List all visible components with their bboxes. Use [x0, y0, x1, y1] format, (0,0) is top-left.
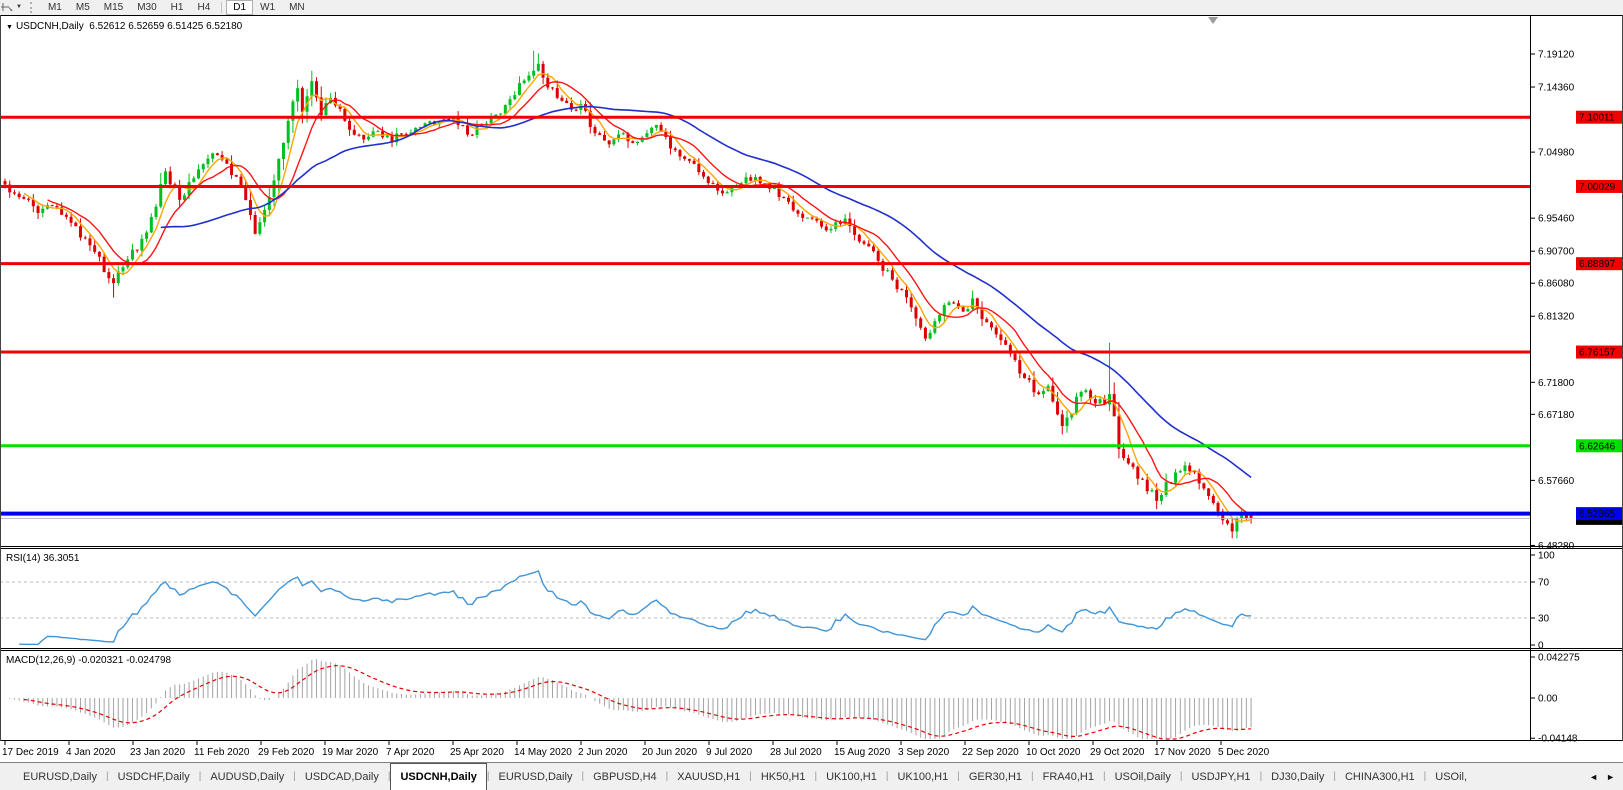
timeframe-button-w1[interactable]: W1	[253, 0, 282, 15]
timeframe-button-mn[interactable]: MN	[282, 0, 312, 15]
timeframe-button-h1[interactable]: H1	[164, 0, 191, 15]
chart-tab-usdjpy-h1[interactable]: USDJPY,H1	[1182, 763, 1259, 790]
chart-tab-ger30-h1[interactable]: GER30,H1	[960, 763, 1031, 790]
tab-scroll-left-icon[interactable]: ◄	[1589, 772, 1598, 782]
timeframe-button-m5[interactable]: M5	[69, 0, 97, 15]
level-price-label: 6.76157	[1579, 348, 1616, 359]
timeframe-button-m15[interactable]: M15	[97, 0, 130, 15]
chart-tab-hk50-h1[interactable]: HK50,H1	[752, 763, 815, 790]
tab-scroll-right-icon[interactable]: ►	[1606, 772, 1615, 782]
date-tick-label: 10 Oct 2020	[1026, 747, 1081, 758]
date-tick-label: 28 Jul 2020	[770, 747, 822, 758]
macd-tick-label: 0.00	[1538, 694, 1558, 705]
cursor-tool-button[interactable]: ▼	[0, 1, 26, 14]
date-tick-label: 11 Feb 2020	[194, 747, 250, 758]
date-tick-label: 25 Apr 2020	[450, 747, 504, 758]
price-tick-label: 7.19120	[1538, 50, 1575, 61]
date-tick-label: 15 Aug 2020	[834, 747, 891, 758]
rsi-tick-label: 100	[1538, 551, 1555, 562]
price-tick-label: 7.14360	[1538, 83, 1575, 94]
date-tick-label: 9 Jul 2020	[706, 747, 753, 758]
macd-pane[interactable]	[0, 651, 1530, 740]
toolbar: ▼ M1 M5 M15 M30 H1 H4 D1 W1 MN	[0, 0, 1623, 15]
macd-tick-label: 0.042275	[1538, 652, 1580, 663]
date-tick-label: 20 Jun 2020	[642, 747, 697, 758]
price-tick-label: 6.71800	[1538, 378, 1575, 389]
rsi-tick-label: 30	[1538, 614, 1550, 625]
price-tick-label: 6.57660	[1538, 476, 1575, 487]
date-tick-label: 4 Jan 2020	[66, 747, 116, 758]
chart-tab-usoil-daily[interactable]: USOil,Daily	[1106, 763, 1180, 790]
price-tick-label: 6.95460	[1538, 214, 1575, 225]
chart-tab-fra40-h1[interactable]: FRA40,H1	[1034, 763, 1103, 790]
date-tick-label: 7 Apr 2020	[386, 747, 435, 758]
price-tick-label: 6.86080	[1538, 279, 1575, 290]
chart-tab-usdcnh-daily[interactable]: USDCNH,Daily	[390, 763, 487, 790]
price-tick-label: 7.04980	[1538, 148, 1575, 159]
chart-tab-usdchf-daily[interactable]: USDCHF,Daily	[109, 763, 199, 790]
chart-tab-xauusd-h1[interactable]: XAUUSD,H1	[668, 763, 749, 790]
chart-tab-usdcad-daily[interactable]: USDCAD,Daily	[296, 763, 388, 790]
toolbar-grip-icon	[29, 2, 36, 13]
tab-scroll-controls: ◄ ►	[1581, 763, 1623, 790]
chart-canvas[interactable]: 7.19120 7.14360 7.04980 6.95460 6.90700 6.860…	[0, 15, 1623, 762]
date-tick-label: 23 Jan 2020	[130, 747, 185, 758]
chart-tab-eurusd-daily[interactable]: EURUSD,Daily	[14, 763, 106, 790]
date-tick-label: 2 Jun 2020	[578, 747, 628, 758]
level-price-label: 6.52865	[1579, 509, 1616, 520]
chart-tab-gbpusd-h4[interactable]: GBPUSD,H4	[584, 763, 666, 790]
timeframe-button-h4[interactable]: H4	[190, 0, 217, 15]
chart-tab-china300-h1[interactable]: CHINA300,H1	[1336, 763, 1424, 790]
timeframe-buttons: M1 M5 M15 M30 H1 H4 D1 W1 MN	[41, 0, 312, 15]
date-tick-label: 3 Sep 2020	[898, 747, 950, 758]
date-tick-label: 19 Mar 2020	[322, 747, 379, 758]
mt4-window: ▼ M1 M5 M15 M30 H1 H4 D1 W1 MN 7.19120 7.14360 7.0…	[0, 0, 1623, 790]
level-price-label: 7.10011	[1579, 113, 1615, 124]
chart-tab-dj30-daily[interactable]: DJ30,Daily	[1262, 763, 1333, 790]
price-tick-label: 6.67180	[1538, 410, 1575, 421]
date-tick-label: 17 Dec 2019	[2, 747, 59, 758]
level-price-label: 6.62646	[1579, 441, 1616, 452]
rsi-pane[interactable]	[0, 549, 1530, 648]
crosshair-cursor-icon	[1, 3, 13, 13]
price-tick-label: 6.90700	[1538, 247, 1575, 258]
chart-tab-bar: EURUSD,Daily | USDCHF,Daily | AUDUSD,Daily | U…	[0, 762, 1623, 790]
main-chart-pane[interactable]	[0, 16, 1530, 546]
chart-tab-audusd-daily[interactable]: AUDUSD,Daily	[201, 763, 293, 790]
macd-tick-label: -0.04148	[1538, 734, 1578, 745]
date-tick-label: 29 Oct 2020	[1090, 747, 1145, 758]
chart-tab-uk100-h1[interactable]: UK100,H1	[817, 763, 886, 790]
timeframe-button-m1[interactable]: M1	[41, 0, 69, 15]
dropdown-caret-icon: ▼	[16, 4, 22, 10]
chart-tab-usoil-[interactable]: USOil,	[1426, 763, 1476, 790]
date-tick-label: 14 May 2020	[514, 747, 572, 758]
price-tick-label: 6.81320	[1538, 312, 1575, 323]
date-tick-label: 29 Feb 2020	[258, 747, 315, 758]
timeframe-button-d1[interactable]: D1	[226, 0, 254, 15]
level-price-label: 6.88897	[1579, 259, 1616, 270]
date-tick-label: 17 Nov 2020	[1154, 747, 1211, 758]
rsi-tick-label: 0	[1538, 641, 1544, 652]
date-tick-label: 5 Dec 2020	[1218, 747, 1270, 758]
level-price-label: 7.00029	[1579, 182, 1616, 193]
timeframe-button-m30[interactable]: M30	[130, 0, 163, 15]
chart-tab-uk100-h1[interactable]: UK100,H1	[888, 763, 957, 790]
toolbar-separator	[221, 2, 223, 13]
rsi-tick-label: 70	[1538, 578, 1550, 589]
date-tick-label: 22 Sep 2020	[962, 747, 1019, 758]
chart-tab-eurusd-daily[interactable]: EURUSD,Daily	[489, 763, 581, 790]
